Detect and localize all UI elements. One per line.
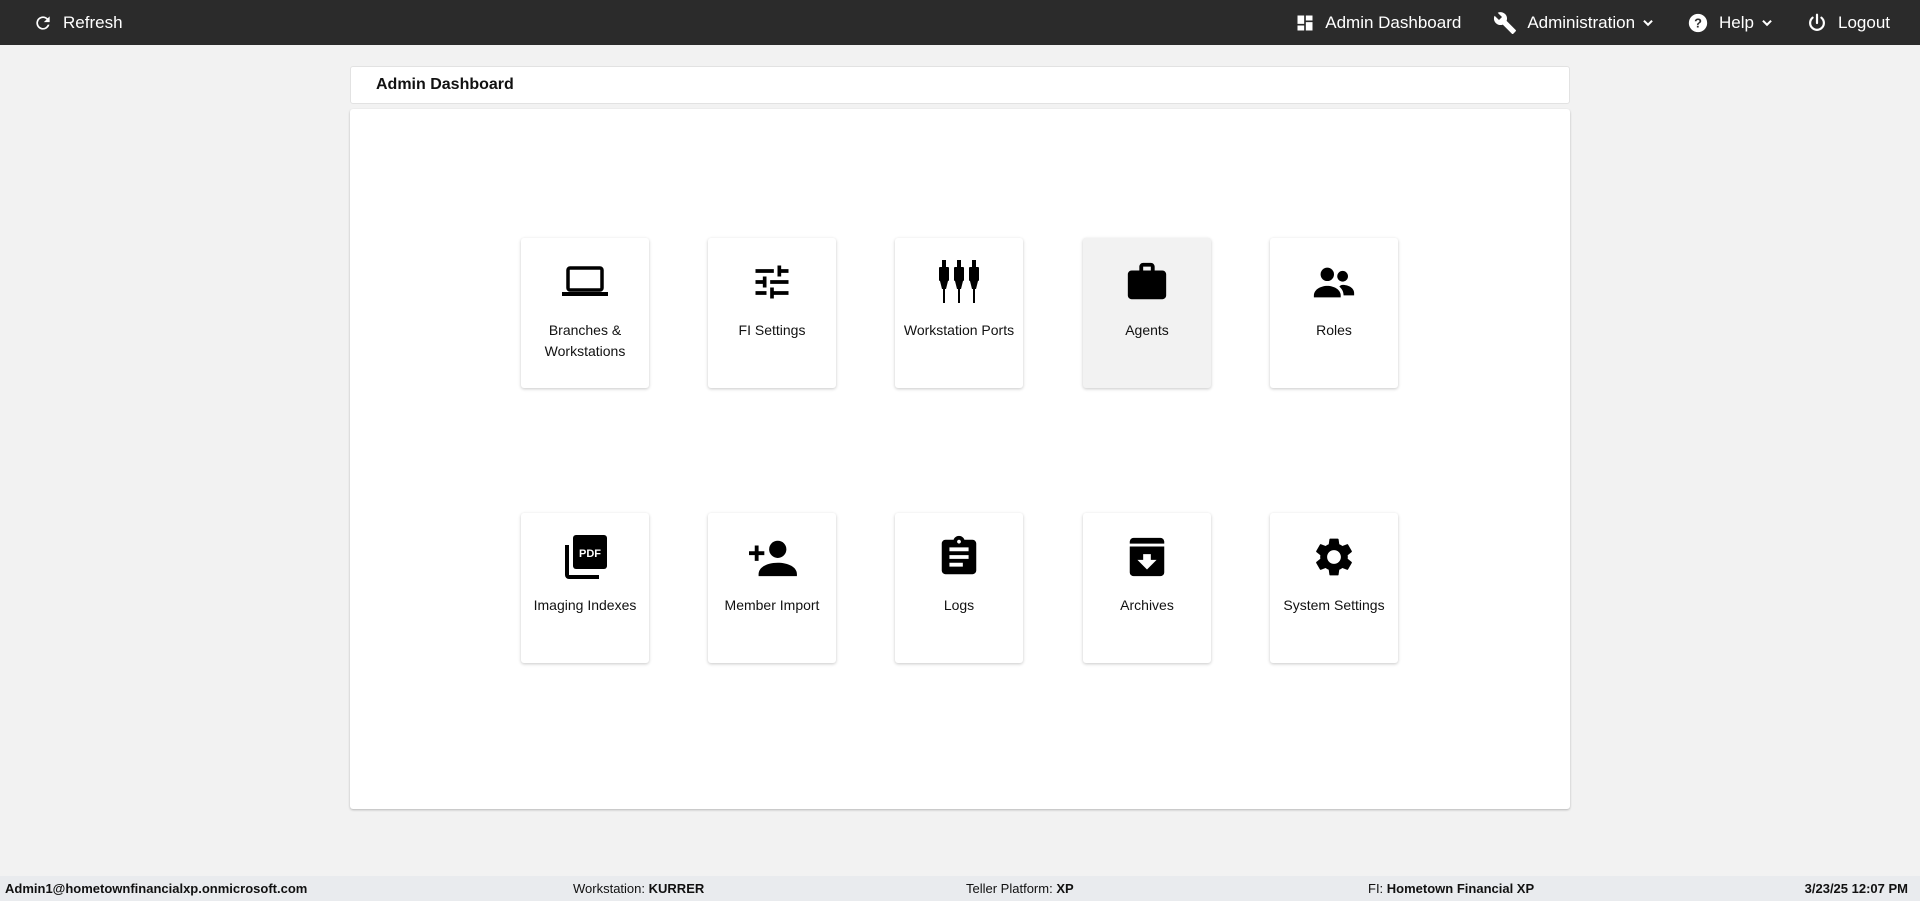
tile-label: Roles [1316,322,1352,338]
help-icon: ? [1688,13,1708,32]
tile-agents[interactable]: Agents [1083,238,1211,388]
dashboard-icon [1297,15,1313,30]
tile-label: Agents [1125,322,1169,338]
tile-system-settings[interactable]: System Settings [1270,513,1398,663]
nav-help-label: Help [1719,12,1754,32]
tile-label: Branches & Workstations [544,322,626,359]
chevron-down-icon [1762,19,1772,26]
nav-help-menu[interactable]: ? Help [1687,0,1774,45]
footer-workstation: Workstation: KURRER [573,881,705,896]
power-icon [1809,13,1825,31]
tile-member-import[interactable]: Member Import [708,513,836,663]
tile-label: Member Import [724,597,820,613]
page-title: Admin Dashboard [376,76,514,93]
page-header: Admin Dashboard [350,66,1570,104]
people-icon [1313,267,1355,298]
svg-text:?: ? [1694,15,1702,30]
tile-logs[interactable]: Logs [895,513,1023,663]
tile-archives[interactable]: Archives [1083,513,1211,663]
status-bar: Admin1@hometownfinancialxp.onmicrosoft.c… [0,876,1920,901]
dashboard-panel: Branches & Workstations FI Settings Work… [350,109,1570,809]
archive-icon [1129,537,1165,577]
chevron-down-icon [1643,19,1653,26]
nav-administration-menu[interactable]: Administration [1493,0,1655,45]
gear-icon [1316,538,1352,576]
tile-label: Workstation Ports [903,322,1015,338]
tile-fi-settings[interactable]: FI Settings [708,238,836,388]
pdf-icon: PDF [565,535,607,579]
tile-label: FI Settings [738,322,806,338]
nav-admin-dashboard-label: Admin Dashboard [1325,12,1462,32]
refresh-button[interactable]: Refresh [33,0,123,45]
footer-fi: FI: Hometown Financial XP [1368,881,1535,896]
person-add-icon [749,540,797,577]
tile-roles[interactable]: Roles [1270,238,1398,388]
tile-label: Imaging Indexes [533,597,637,613]
wrench-icon [1494,11,1517,34]
footer-user: Admin1@hometownfinancialxp.onmicrosoft.c… [5,881,308,896]
tile-label: Logs [943,597,975,613]
nav-administration-label: Administration [1527,12,1636,32]
logout-button[interactable]: Logout [1806,0,1890,45]
briefcase-icon [1127,262,1167,300]
tile-label: Archives [1120,597,1174,613]
tile-branches-workstations[interactable]: Branches & Workstations [521,238,649,388]
logout-label: Logout [1838,12,1890,32]
laptop-icon [562,266,608,296]
refresh-label: Refresh [63,12,123,32]
tile-imaging-indexes[interactable]: PDF Imaging Indexes [521,513,649,663]
footer-datetime: 3/23/25 12:07 PM [1804,881,1908,896]
nav-admin-dashboard[interactable]: Admin Dashboard [1295,0,1461,45]
tile-label: System Settings [1283,597,1385,613]
footer-teller-platform: Teller Platform: XP [966,881,1074,896]
svg-text:PDF: PDF [579,548,601,560]
top-bar: Refresh Admin Dashboard Administration ?… [0,0,1920,45]
refresh-icon [36,15,50,30]
ports-icon [939,260,979,303]
tune-icon [755,265,789,299]
clipboard-icon [941,535,977,575]
tile-workstation-ports[interactable]: Workstation Ports [895,238,1023,388]
